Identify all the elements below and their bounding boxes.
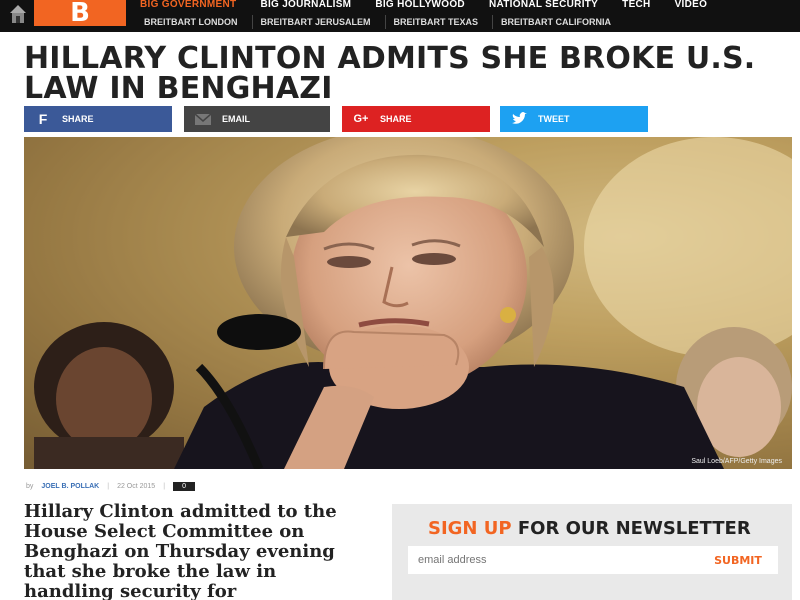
nav-item-big-government[interactable]: Big Government [140,0,236,14]
newsletter-title-highlight: Sign Up [428,518,512,539]
byline-separator: | [163,483,166,490]
nav-item-breitbart-london[interactable]: Breitbart London [140,15,252,29]
byline-prefix: by [26,483,34,490]
google-plus-share-button[interactable]: g+ Share [342,106,490,132]
secondary-nav: Breitbart London Breitbart Jerusalem Bre… [140,15,625,29]
newsletter-signup-box: Sign Up for our newsletter Submit [392,504,792,600]
top-navigation-bar: B Big Government Big Journalism Big Holl… [0,0,800,32]
site-logo[interactable]: B [34,0,126,26]
nav-item-big-hollywood[interactable]: Big Hollywood [375,0,465,14]
nav-item-national-security[interactable]: National Security [489,0,598,14]
google-plus-icon: g+ [353,113,369,125]
envelope-icon [194,113,212,125]
facebook-share-label: Share [62,114,94,124]
email-input[interactable] [408,546,698,574]
byline-separator: | [107,483,110,490]
article-hero-photo: Saul Loeb/AFP/Getty Images [24,137,792,469]
nav-item-breitbart-california[interactable]: Breitbart California [492,15,625,29]
email-share-button[interactable]: Email [184,106,330,132]
nav-item-video[interactable]: Video [675,0,708,14]
submit-button[interactable]: Submit [698,546,778,574]
email-share-label: Email [222,114,250,124]
article-date: 22 Oct 2015 [117,483,156,490]
comment-bubble-icon[interactable]: 0 [173,482,196,491]
author-link[interactable]: Joel B. Pollak [41,483,99,490]
newsletter-form: Submit [408,546,778,574]
newsletter-title-rest: for our newsletter [511,518,751,539]
facebook-icon: f [38,111,48,127]
article-byline: by Joel B. Pollak | 22 Oct 2015 | 0 [26,482,196,491]
twitter-share-label: Tweet [538,114,570,124]
comment-count: 0 [182,483,186,490]
facebook-share-button[interactable]: f Share [24,106,172,132]
google-plus-share-label: Share [380,114,412,124]
photo-credit: Saul Loeb/AFP/Getty Images [691,458,782,465]
nav-item-breitbart-jerusalem[interactable]: Breitbart Jerusalem [251,15,385,29]
photo-illustration [24,137,792,469]
nav-item-breitbart-texas[interactable]: Breitbart Texas [384,15,493,29]
twitter-share-button[interactable]: Tweet [500,106,648,132]
twitter-bird-icon [512,112,527,124]
article-headline: Hillary Clinton Admits She Broke U.S. La… [24,41,756,106]
nav-item-tech[interactable]: Tech [622,0,650,14]
house-icon[interactable] [10,4,26,24]
primary-nav: Big Government Big Journalism Big Hollyw… [140,0,707,14]
logo-letter: B [70,0,90,28]
nav-item-big-journalism[interactable]: Big Journalism [260,0,351,14]
newsletter-title: Sign Up for our newsletter [428,518,751,539]
article-lede: Hillary Clinton admitted to the House Se… [24,501,337,600]
